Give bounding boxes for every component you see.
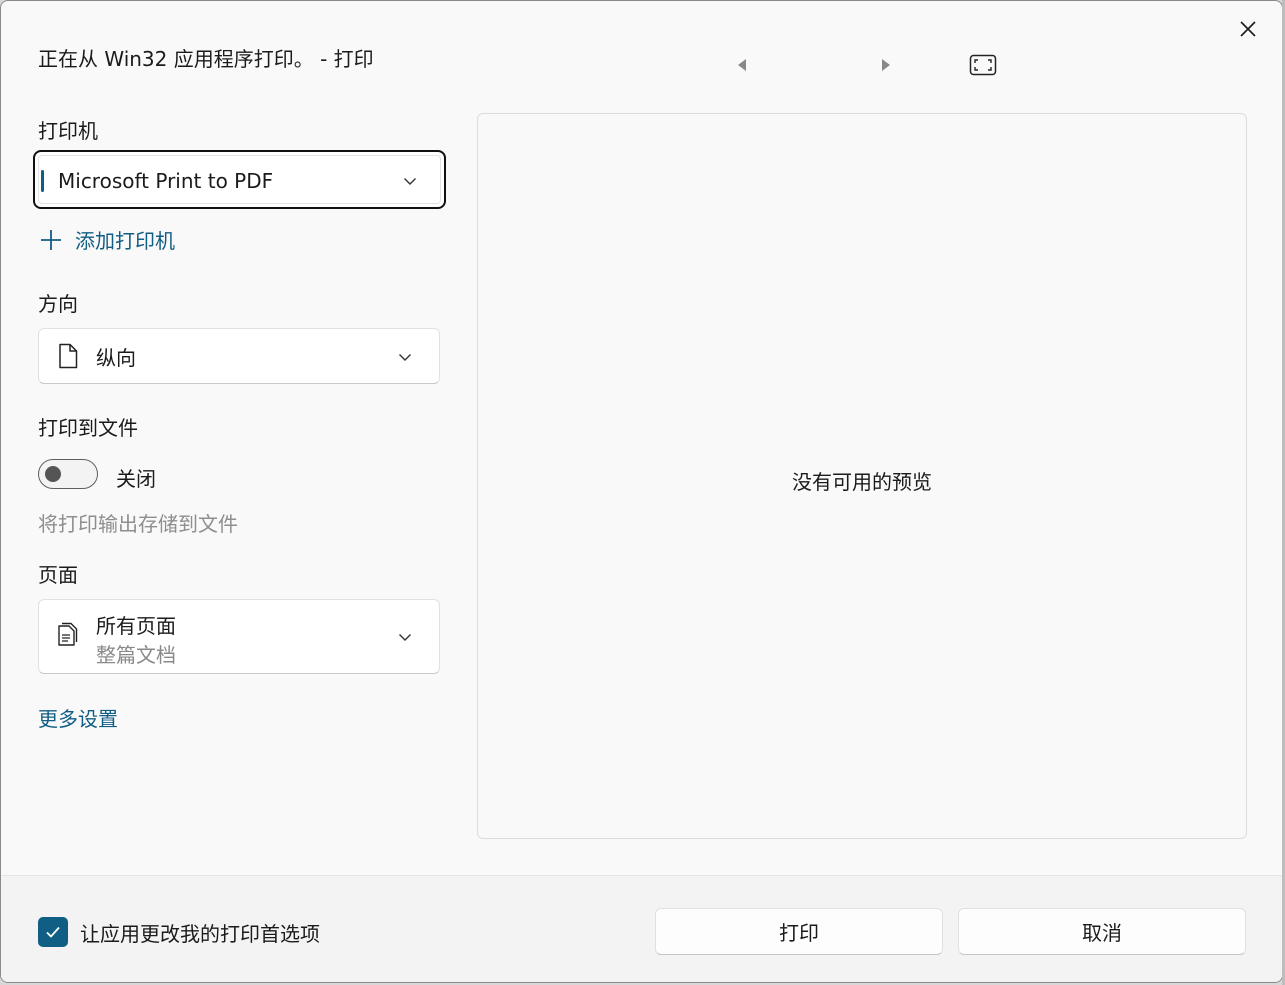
pages-label: 页面 [38, 563, 78, 587]
orientation-value: 纵向 [96, 346, 136, 370]
chevron-down-icon [399, 634, 411, 641]
focus-indicator [41, 170, 44, 192]
chevron-down-icon [399, 354, 411, 361]
checkmark-icon [46, 926, 60, 938]
printer-select[interactable]: Microsoft Print to PDF [33, 150, 446, 209]
print-button[interactable]: 打印 [655, 908, 943, 955]
fit-to-window-icon[interactable] [969, 54, 997, 76]
add-printer-link[interactable]: 添加打印机 [38, 225, 175, 254]
page-portrait-icon [59, 343, 78, 369]
print-to-file-toggle[interactable] [38, 459, 98, 489]
orientation-label: 方向 [38, 292, 78, 316]
preview-pane: 没有可用的预览 [477, 113, 1247, 839]
plus-icon [41, 229, 61, 250]
print-to-file-description: 将打印输出存储到文件 [38, 512, 238, 536]
next-page-icon[interactable] [879, 57, 893, 73]
cancel-button[interactable]: 取消 [958, 908, 1246, 955]
chevron-down-icon [404, 178, 416, 185]
window-title: 正在从 Win32 应用程序打印。 - 打印 [38, 47, 374, 71]
pages-icon [58, 622, 78, 646]
more-settings-link[interactable]: 更多设置 [38, 703, 118, 732]
add-printer-label: 添加打印机 [75, 229, 175, 253]
pages-select[interactable]: 所有页面 整篇文档 [38, 599, 440, 674]
app-preferences-checkbox[interactable] [38, 917, 68, 947]
print-to-file-label: 打印到文件 [38, 416, 138, 440]
pages-subvalue: 整篇文档 [96, 643, 176, 667]
toggle-knob [45, 466, 61, 482]
printer-label: 打印机 [38, 119, 98, 143]
preview-message: 没有可用的预览 [792, 470, 932, 494]
previous-page-icon[interactable] [735, 57, 749, 73]
orientation-select[interactable]: 纵向 [38, 328, 440, 384]
print-dialog: 正在从 Win32 应用程序打印。 - 打印 打印机 Microsoft Pri… [0, 0, 1283, 983]
toggle-state-label: 关闭 [116, 467, 156, 491]
printer-select-value: Microsoft Print to PDF [58, 169, 274, 193]
pages-value: 所有页面 [96, 614, 176, 638]
close-button[interactable] [1230, 13, 1266, 45]
close-icon [1240, 21, 1256, 37]
dialog-footer: 让应用更改我的打印首选项 打印 取消 [1, 875, 1282, 982]
app-preferences-label[interactable]: 让应用更改我的打印首选项 [80, 918, 320, 947]
